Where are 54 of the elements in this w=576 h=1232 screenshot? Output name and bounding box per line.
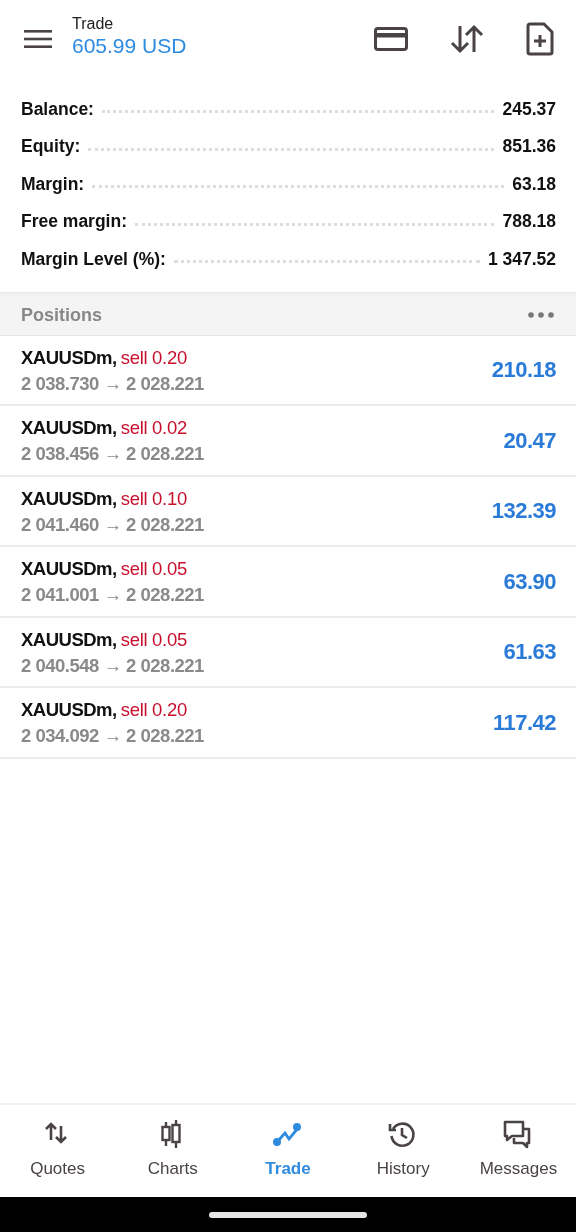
summary-value: 851.36 xyxy=(502,135,556,159)
trade-type: sell 0.20 xyxy=(120,698,187,723)
summary-label: Margin Level (%): xyxy=(21,247,166,271)
trade-type: sell 0.02 xyxy=(120,416,187,441)
trade-type: sell 0.05 xyxy=(120,627,187,652)
nav-tab[interactable]: Trade xyxy=(230,1105,346,1197)
position-row[interactable]: XAUUSDm, sell 0.20 2 038.730 → 2 028.221 210.18 xyxy=(0,335,576,406)
summary-label: Free margin: xyxy=(21,210,127,234)
trade-type: sell 0.05 xyxy=(120,557,187,582)
position-row[interactable]: XAUUSDm, sell 0.05 2 040.548 → 2 028.221 61.63 xyxy=(0,617,576,688)
symbol-text: XAUUSDm, xyxy=(21,486,117,511)
price-text: 2 040.548 → 2 028.221 xyxy=(21,653,204,678)
symbol-text: XAUUSDm, xyxy=(21,698,117,723)
trade-type: sell 0.20 xyxy=(120,345,187,370)
price-text: 2 038.456 → 2 028.221 xyxy=(21,442,204,467)
position-row[interactable]: XAUUSDm, sell 0.10 2 041.460 → 2 028.221 132.39 xyxy=(0,476,576,547)
nav-tab[interactable]: History xyxy=(345,1105,461,1197)
symbol-text: XAUUSDm, xyxy=(21,557,117,582)
price-text: 2 041.460 → 2 028.221 xyxy=(21,512,204,537)
more-icon[interactable] xyxy=(528,312,554,318)
position-row[interactable]: XAUUSDm, sell 0.02 2 038.456 → 2 028.221 20.47 xyxy=(0,406,576,477)
summary-label: Equity: xyxy=(21,135,81,159)
trade-type: sell 0.10 xyxy=(120,486,187,511)
profit-value: 132.39 xyxy=(491,497,556,526)
symbol-text: XAUUSDm, xyxy=(21,416,117,441)
sort-arrows-icon[interactable] xyxy=(450,24,484,54)
nav-tab[interactable]: Quotes xyxy=(0,1105,116,1197)
home-indicator[interactable] xyxy=(209,1211,367,1218)
price-text: 2 041.001 → 2 028.221 xyxy=(21,583,204,608)
summary-value: 1 347.52 xyxy=(487,247,556,271)
summary-label: Balance: xyxy=(21,97,94,121)
profit-value: 117.42 xyxy=(492,708,556,737)
account-balance: 605.99 USD xyxy=(72,33,187,59)
summary-label: Margin: xyxy=(21,172,85,196)
nav-tab[interactable]: Charts xyxy=(115,1105,231,1197)
add-document-icon[interactable] xyxy=(526,22,554,56)
section-title: Positions xyxy=(21,303,102,327)
menu-icon[interactable] xyxy=(24,29,52,49)
profit-value: 63.90 xyxy=(503,567,556,596)
account-title: Trade xyxy=(72,15,115,33)
profit-value: 61.63 xyxy=(503,638,556,667)
position-row[interactable]: XAUUSDm, sell 0.05 2 041.001 → 2 028.221 63.90 xyxy=(0,547,576,618)
summary-value: 788.18 xyxy=(502,210,556,234)
price-text: 2 038.730 → 2 028.221 xyxy=(21,371,204,396)
card-icon[interactable] xyxy=(374,27,408,51)
symbol-text: XAUUSDm, xyxy=(21,627,117,652)
summary-value: 63.18 xyxy=(512,172,556,196)
position-row[interactable]: XAUUSDm, sell 0.20 2 034.092 → 2 028.221 117.42 xyxy=(0,688,576,759)
price-text: 2 034.092 → 2 028.221 xyxy=(21,724,204,749)
summary-value: 245.37 xyxy=(502,97,556,121)
profit-value: 20.47 xyxy=(503,426,556,455)
symbol-text: XAUUSDm, xyxy=(21,345,117,370)
nav-tab[interactable]: Messages xyxy=(460,1105,576,1197)
profit-value: 210.18 xyxy=(491,356,556,385)
